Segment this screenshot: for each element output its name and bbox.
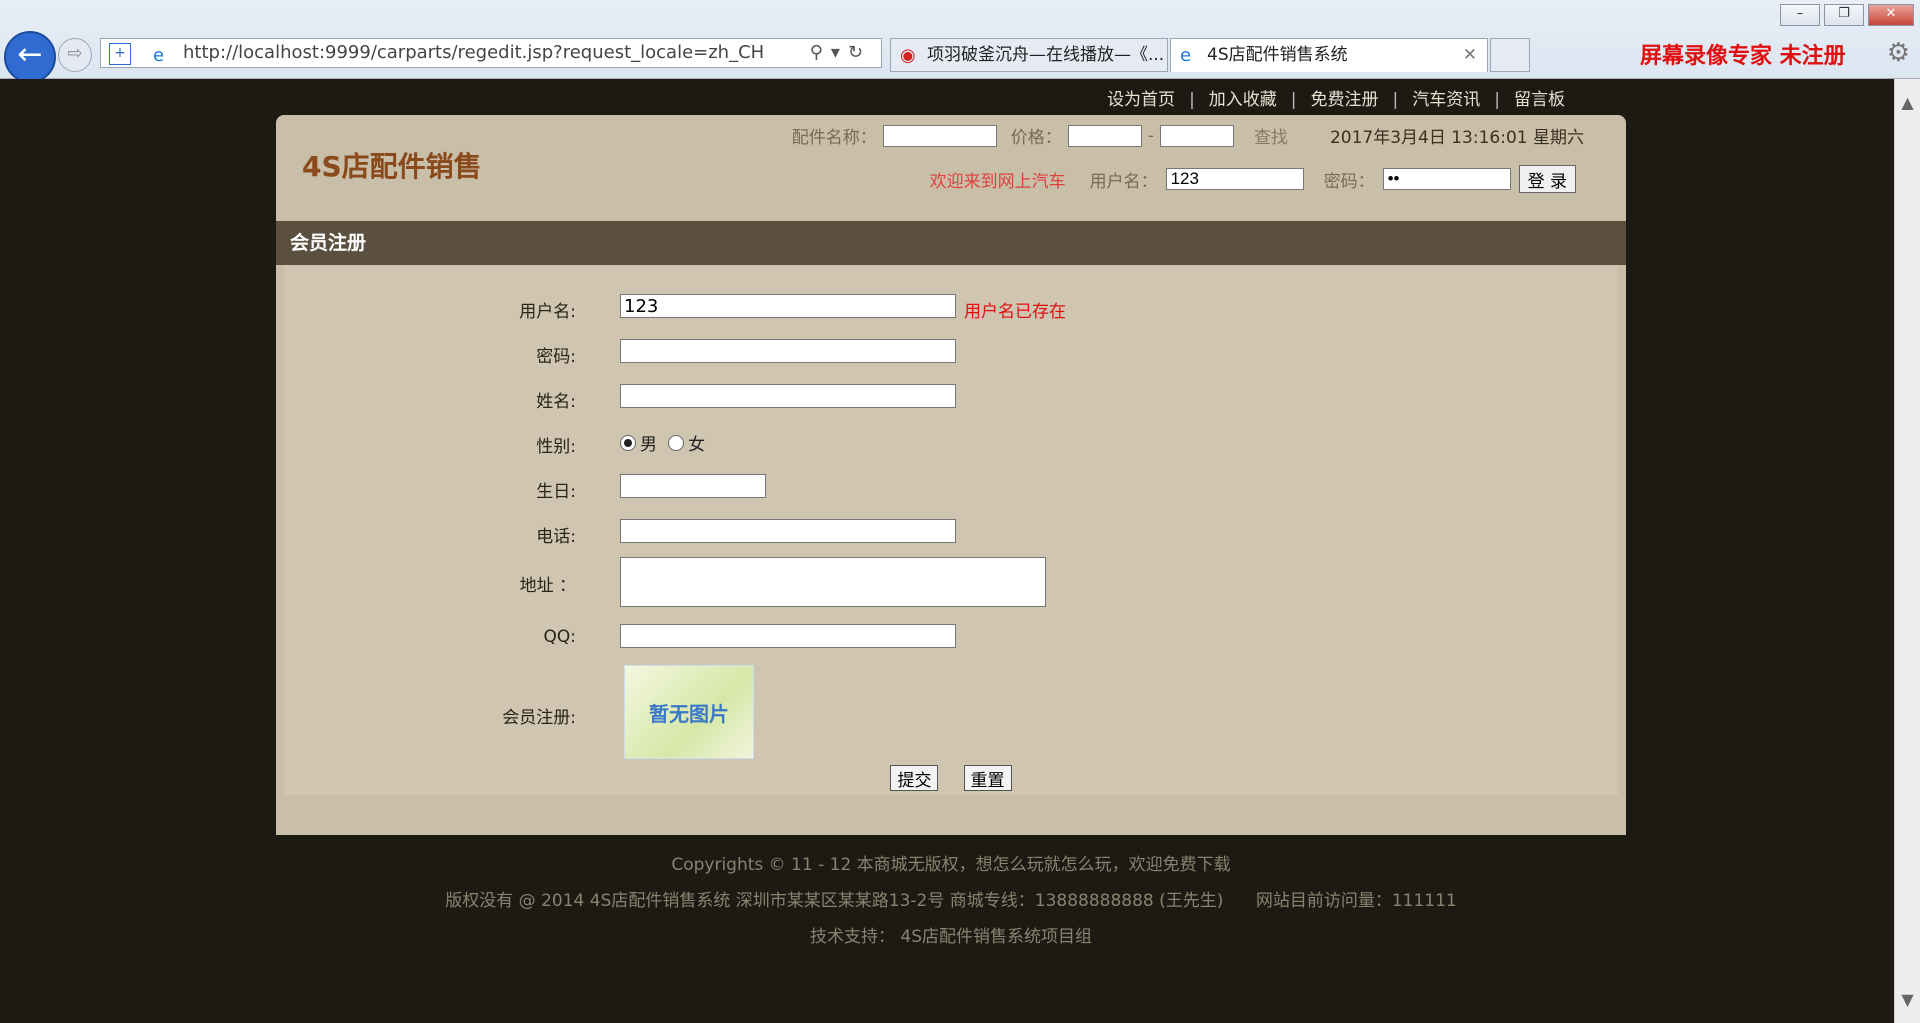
ie-page-icon: e bbox=[153, 45, 165, 66]
reset-button[interactable]: 重置 bbox=[963, 765, 1012, 791]
search-row: 配件名称： 价格： - 查找 2017年3月4日 13:16:01 星期六 bbox=[792, 123, 1584, 148]
datetime-display: 2017年3月4日 13:16:01 星期六 bbox=[1329, 128, 1584, 148]
phone-input[interactable] bbox=[620, 519, 956, 543]
qq-input[interactable] bbox=[620, 624, 956, 648]
restore-icon[interactable]: ❐ bbox=[1824, 4, 1864, 26]
play-icon: ◉ bbox=[900, 45, 916, 66]
username-label: 用户名: bbox=[519, 302, 576, 322]
gender-label: 性别: bbox=[536, 437, 576, 457]
birthday-label: 生日: bbox=[536, 482, 576, 502]
address-label: 地址 ： bbox=[519, 576, 576, 596]
price-label: 价格： bbox=[1010, 128, 1062, 148]
find-link[interactable]: 查找 bbox=[1254, 123, 1288, 148]
tab-carparts[interactable]: e 4S店配件销售系统 ✕ bbox=[1170, 38, 1488, 72]
login-password-input[interactable] bbox=[1382, 168, 1511, 190]
search-refresh-icons[interactable]: ⚲▾↻ bbox=[810, 39, 871, 67]
form-buttons: 提交 重置 bbox=[284, 765, 1618, 791]
recorder-watermark: 屏幕录像专家 未注册 bbox=[1640, 43, 1846, 69]
footer-copyright: Copyrights © 11 - 12 本商城无版权，想怎么玩就怎么玩，欢迎免… bbox=[671, 855, 1231, 875]
part-name-label: 配件名称： bbox=[791, 128, 877, 148]
nav-set-home[interactable]: 设为首页 bbox=[1107, 90, 1175, 110]
new-tab-button[interactable] bbox=[1490, 38, 1530, 72]
username-error: 用户名已存在 bbox=[964, 302, 1066, 322]
window-controls: – ❐ ✕ bbox=[1780, 4, 1914, 26]
login-pass-label: 密码： bbox=[1323, 171, 1375, 192]
browser-chrome: – ❐ ✕ ← ⇨ + e http://localhost:9999/carp… bbox=[0, 0, 1920, 83]
submit-button[interactable]: 提交 bbox=[890, 765, 939, 791]
nav-car-news[interactable]: 汽车资讯 bbox=[1412, 90, 1480, 110]
tab-label: 4S店配件销售系统 bbox=[1207, 45, 1348, 65]
minimize-icon[interactable]: – bbox=[1780, 4, 1820, 26]
registration-form: 用户名: 用户名已存在 密码: 姓名: 性别: 男 女 生日: bbox=[284, 265, 1618, 795]
url-text: http://localhost:9999/carparts/regedit.j… bbox=[183, 42, 765, 63]
phone-label: 电话: bbox=[536, 527, 576, 547]
qq-label: QQ: bbox=[543, 627, 577, 647]
no-image-placeholder: 暂无图片 bbox=[624, 665, 754, 759]
login-row: 欢迎来到网上汽车 用户名： 密码： 登 录 bbox=[930, 165, 1576, 193]
login-button[interactable]: 登 录 bbox=[1518, 165, 1576, 193]
tab-video[interactable]: ◉ 项羽破釜沉舟—在线播放—《... bbox=[890, 38, 1168, 72]
tab-label: 项羽破釜沉舟—在线播放—《... bbox=[927, 45, 1165, 65]
address-textarea[interactable] bbox=[620, 557, 1046, 607]
footer-contact: 版权没有 @ 2014 4S店配件销售系统 深圳市某某区某某路13-2号 商城专… bbox=[445, 891, 1457, 911]
page-viewport: 设为首页 | 加入收藏 | 免费注册 | 汽车资讯 | 留言板 4S店配件销售 配件名称： 价格… bbox=[0, 79, 1895, 1023]
site-title: 4S店配件销售 bbox=[302, 150, 482, 183]
shield-icon: + bbox=[109, 43, 131, 65]
nav-separator: | bbox=[1189, 90, 1195, 110]
gender-female-label: 女 bbox=[688, 435, 706, 455]
scroll-up-icon[interactable]: ▲ bbox=[1895, 93, 1920, 112]
nav-register[interactable]: 免费注册 bbox=[1311, 90, 1379, 110]
gender-male-label: 男 bbox=[640, 435, 657, 455]
vertical-scrollbar[interactable]: ▲ ▼ bbox=[1894, 79, 1920, 1023]
close-tab-icon[interactable]: ✕ bbox=[1463, 39, 1477, 71]
gender-female-radio[interactable] bbox=[668, 434, 685, 451]
price-dash: - bbox=[1147, 125, 1154, 146]
nav-message-board[interactable]: 留言板 bbox=[1514, 90, 1565, 110]
nav-add-favorite[interactable]: 加入收藏 bbox=[1209, 90, 1277, 110]
birthday-input[interactable] bbox=[620, 474, 766, 498]
login-user-label: 用户名： bbox=[1089, 171, 1158, 192]
back-arrow-icon[interactable]: ← bbox=[4, 31, 56, 83]
top-nav: 设为首页 | 加入收藏 | 免费注册 | 汽车资讯 | 留言板 bbox=[1107, 85, 1565, 110]
gender-male-radio[interactable] bbox=[620, 434, 636, 451]
login-username-input[interactable] bbox=[1165, 168, 1304, 190]
gear-icon[interactable]: ⚙ bbox=[1887, 38, 1910, 68]
ie-page-icon: e bbox=[1180, 45, 1192, 66]
username-input[interactable] bbox=[620, 294, 956, 318]
part-name-input[interactable] bbox=[882, 124, 997, 147]
price-max-input[interactable] bbox=[1159, 124, 1234, 147]
nav-separator: | bbox=[1392, 90, 1399, 110]
address-bar[interactable]: + e http://localhost:9999/carparts/reged… bbox=[100, 38, 882, 68]
photo-label: 会员注册: bbox=[502, 708, 576, 728]
password-label: 密码: bbox=[536, 347, 576, 367]
price-min-input[interactable] bbox=[1067, 124, 1142, 147]
close-window-icon[interactable]: ✕ bbox=[1868, 4, 1914, 26]
footer: Copyrights © 11 - 12 本商城无版权，想怎么玩就怎么玩，欢迎免… bbox=[276, 847, 1626, 955]
scroll-down-icon[interactable]: ▼ bbox=[1895, 990, 1920, 1009]
section-title: 会员注册 bbox=[276, 221, 1626, 265]
welcome-text: 欢迎来到网上汽车 bbox=[929, 171, 1066, 192]
name-label: 姓名: bbox=[536, 392, 576, 412]
forward-arrow-icon[interactable]: ⇨ bbox=[58, 38, 92, 72]
main-panel: 4S店配件销售 配件名称： 价格： - 查找 2017年3月4日 13:16:0… bbox=[276, 115, 1626, 835]
name-input[interactable] bbox=[620, 384, 956, 408]
nav-separator: | bbox=[1290, 90, 1297, 110]
footer-support: 技术支持： 4S店配件销售系统项目组 bbox=[809, 927, 1092, 947]
nav-separator: | bbox=[1494, 90, 1500, 110]
password-input[interactable] bbox=[620, 339, 956, 363]
